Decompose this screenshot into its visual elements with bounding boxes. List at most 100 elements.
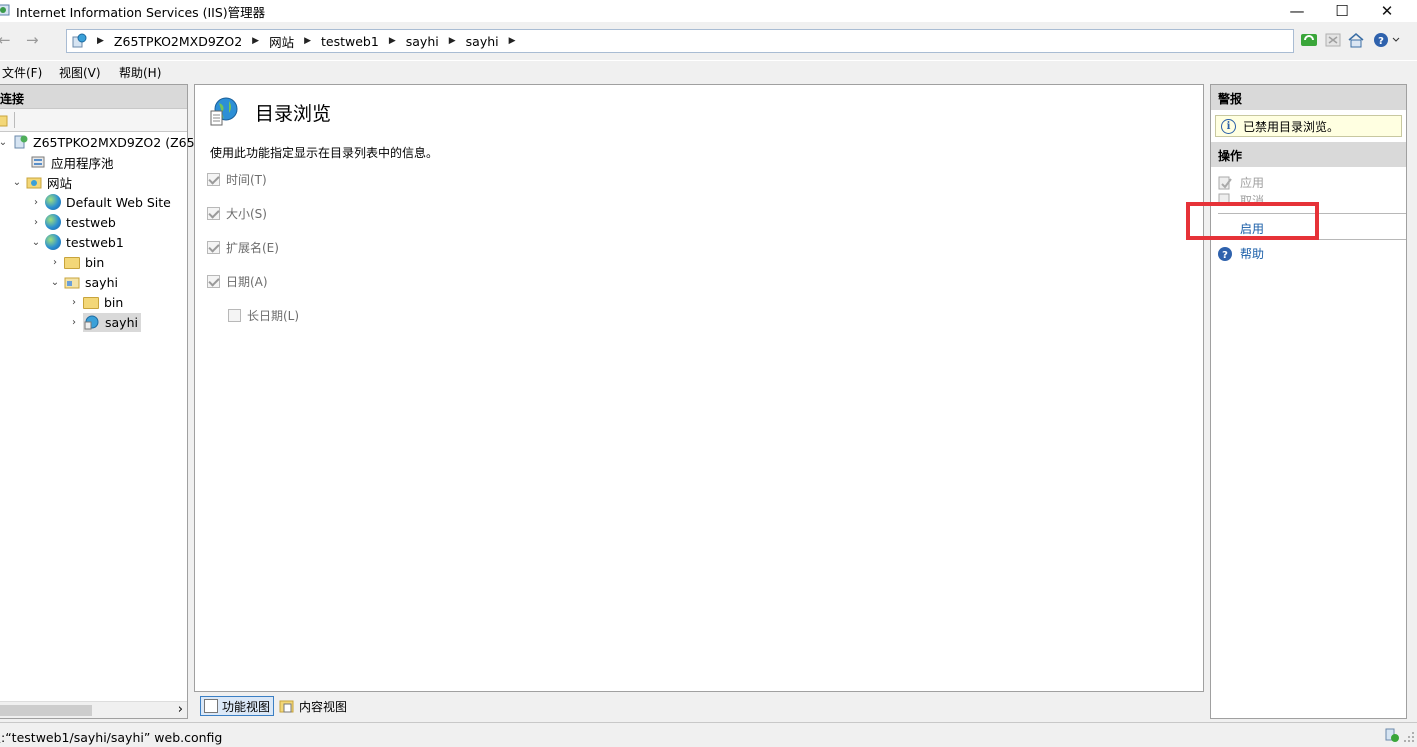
breadcrumb-sayhi-app[interactable]: sayhi	[406, 34, 439, 49]
tree-node-sites[interactable]: ⌄ 网站	[12, 172, 72, 192]
tree-node-bin[interactable]: › bin	[50, 252, 104, 272]
stop-icon[interactable]	[1322, 29, 1344, 51]
scroll-right-arrow-icon[interactable]: ›	[178, 702, 183, 717]
tree-label: sayhi	[85, 274, 118, 290]
tree-label: testweb	[66, 214, 116, 230]
feature-header: 目录浏览	[209, 97, 331, 127]
breadcrumb-separator: ▶	[304, 36, 312, 46]
tree-node-testweb1[interactable]: ⌄ testweb1	[31, 232, 124, 252]
breadcrumb-testweb1[interactable]: testweb1	[321, 34, 379, 49]
date-checkbox[interactable]	[207, 275, 220, 288]
help-icon: ?	[1218, 246, 1232, 261]
long-date-checkbox[interactable]	[228, 309, 241, 322]
horizontal-scrollbar[interactable]: ›	[0, 701, 187, 718]
extension-checkbox[interactable]	[207, 241, 220, 254]
svg-text:?: ?	[1378, 36, 1384, 47]
forward-arrow-icon[interactable]: →	[26, 31, 39, 49]
tree-node-server[interactable]: ⌄ Z65TPKO2MXD9ZO2 (Z65T	[0, 132, 202, 152]
breadcrumb-server[interactable]: Z65TPKO2MXD9ZO2	[114, 34, 242, 49]
option-label: 大小(S)	[226, 207, 267, 221]
tree-label: testweb1	[66, 234, 124, 250]
tree-node-app-pools[interactable]: 应用程序池	[16, 152, 114, 172]
tree-label: 应用程序池	[51, 155, 114, 171]
svg-text:?: ?	[1222, 250, 1228, 261]
refresh-icon[interactable]	[1298, 29, 1320, 51]
option-long-date[interactable]: 长日期(L)	[228, 307, 299, 324]
sites-folder-icon	[26, 177, 42, 189]
tab-content-view[interactable]: 内容视图	[276, 696, 350, 716]
close-button[interactable]: ✕	[1364, 0, 1410, 22]
option-label: 时间(T)	[226, 173, 267, 187]
feature-description: 使用此功能指定显示在目录列表中的信息。	[210, 146, 439, 160]
window-title: Internet Information Services (IIS)管理器	[16, 5, 266, 20]
app-folder-icon	[64, 277, 80, 289]
features-view-icon	[204, 699, 218, 713]
breadcrumb-sites[interactable]: 网站	[269, 32, 294, 51]
toolbar-divider	[14, 112, 15, 128]
status-bar: 配置:“testweb1/sayhi/sayhi” web.config	[0, 722, 1417, 747]
view-tabs: 功能视图 内容视图	[194, 694, 1204, 718]
address-toolbar: ← → ▶ Z65TPKO2MXD9ZO2 ▶ 网站 ▶ testweb1 ▶ …	[0, 25, 1417, 57]
menu-help[interactable]: 帮助(H)	[119, 64, 161, 81]
status-text: 配置:“testweb1/sayhi/sayhi” web.config	[0, 730, 223, 745]
right-edge-strip	[1409, 84, 1417, 719]
globe-icon	[45, 234, 61, 250]
option-time[interactable]: 时间(T)	[207, 171, 267, 188]
breadcrumb-sayhi[interactable]: sayhi	[466, 34, 499, 49]
resize-grip-icon[interactable]	[1403, 731, 1415, 743]
size-checkbox[interactable]	[207, 207, 220, 220]
expand-icon[interactable]: ›	[69, 297, 79, 308]
home-icon[interactable]	[1345, 29, 1367, 51]
collapse-icon[interactable]: ⌄	[12, 177, 22, 188]
tree-label: Z65TPKO2MXD9ZO2 (Z65T	[33, 134, 203, 150]
breadcrumb-separator: ▶	[508, 36, 516, 46]
tree-label: bin	[104, 294, 124, 310]
expand-icon[interactable]: ›	[31, 197, 41, 208]
minimize-button[interactable]: —	[1274, 0, 1320, 22]
tree-label: bin	[85, 254, 105, 270]
app-icon	[84, 315, 99, 330]
tree-node-sayhi-selected[interactable]: › sayhi	[69, 312, 141, 332]
tree-node-testweb[interactable]: › testweb	[31, 212, 116, 232]
expand-icon[interactable]: ›	[50, 257, 60, 268]
maximize-button[interactable]: ☐	[1319, 0, 1365, 22]
server-globe-icon	[72, 33, 87, 48]
tree-label: sayhi	[105, 314, 138, 330]
tree-node-sayhi-app[interactable]: ⌄ sayhi	[50, 272, 118, 292]
alerts-header: 警报	[1211, 85, 1406, 110]
collapse-icon[interactable]: ⌄	[50, 277, 60, 288]
menu-view[interactable]: 视图(V)	[59, 64, 101, 81]
back-arrow-icon[interactable]: ←	[0, 31, 11, 49]
option-label: 扩展名(E)	[226, 241, 279, 255]
breadcrumb[interactable]: ▶ Z65TPKO2MXD9ZO2 ▶ 网站 ▶ testweb1 ▶ sayh…	[66, 29, 1294, 53]
expand-icon[interactable]: ›	[31, 217, 41, 228]
new-connection-icon[interactable]	[0, 113, 8, 127]
server-icon	[14, 135, 28, 149]
alert-text: 已禁用目录浏览。	[1243, 119, 1340, 134]
collapse-icon[interactable]: ⌄	[31, 237, 41, 248]
apply-icon	[1218, 176, 1232, 189]
action-label: 取消	[1240, 194, 1265, 202]
option-size[interactable]: 大小(S)	[207, 205, 267, 222]
feature-panel: 目录浏览 使用此功能指定显示在目录列表中的信息。 时间(T) 大小(S) 扩展名…	[194, 84, 1204, 692]
directory-browsing-icon	[210, 97, 238, 126]
highlight-box	[1186, 202, 1319, 240]
help-action[interactable]: ? 帮助	[1217, 245, 1264, 262]
connections-header: 连接	[0, 85, 187, 109]
help-dropdown-icon[interactable]: ?	[1372, 29, 1402, 51]
tree-node-default-web-site[interactable]: › Default Web Site	[31, 192, 171, 212]
collapse-icon[interactable]: ⌄	[0, 137, 8, 148]
tab-features-view[interactable]: 功能视图	[200, 696, 275, 716]
actions-header: 操作	[1211, 142, 1406, 167]
connections-toolbar	[0, 109, 187, 132]
scrollbar-thumb[interactable]	[0, 705, 92, 716]
option-date[interactable]: 日期(A)	[207, 273, 268, 290]
cancel-action[interactable]: 取消	[1217, 192, 1264, 202]
expand-icon[interactable]: ›	[69, 317, 79, 328]
folder-icon	[64, 257, 80, 269]
time-checkbox[interactable]	[207, 173, 220, 186]
menu-file[interactable]: 文件(F)	[2, 64, 42, 81]
option-extension[interactable]: 扩展名(E)	[207, 239, 279, 256]
apply-action[interactable]: 应用	[1217, 174, 1264, 191]
tree-node-sayhi-bin[interactable]: › bin	[69, 292, 123, 312]
